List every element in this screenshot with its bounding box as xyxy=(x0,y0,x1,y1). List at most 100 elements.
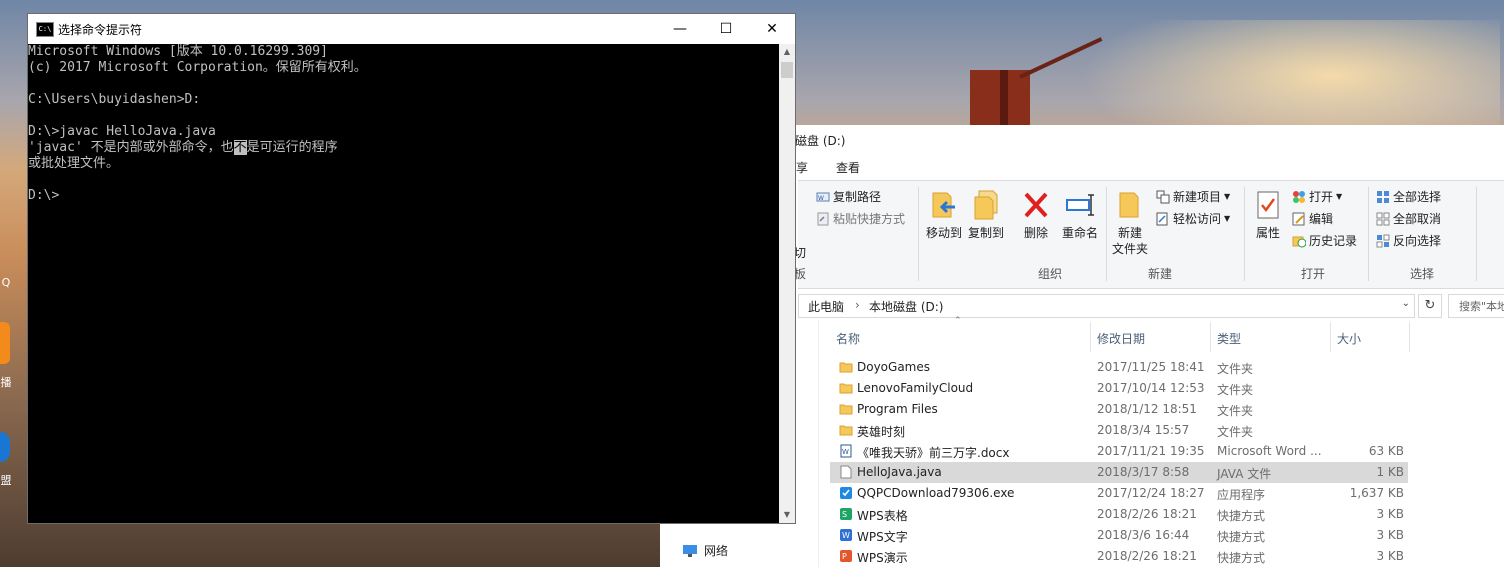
minimize-button[interactable]: — xyxy=(657,14,703,44)
select-none-button[interactable]: 全部取消 xyxy=(1376,210,1441,227)
rename-button[interactable]: 重命名 xyxy=(1060,189,1100,241)
breadcrumb-separator: › xyxy=(855,298,860,312)
move-to-button[interactable]: 移动到 xyxy=(924,189,964,241)
new-folder-label-1: 新建 xyxy=(1117,226,1142,240)
new-item-icon xyxy=(1156,190,1170,203)
delete-button[interactable]: 删除 xyxy=(1019,189,1053,241)
easy-access-button[interactable]: 轻松访问 ▼ xyxy=(1156,210,1230,227)
error-text: 'javac' 不是内部或外部命令，也 xyxy=(28,140,234,155)
file-date: 2018/3/17 8:58 xyxy=(1097,465,1190,479)
address-bar[interactable]: 此电脑 › 本地磁盘 (D:) ⌄ xyxy=(798,294,1415,318)
cmd-title-bar[interactable]: C:\ 选择命令提示符 — ☐ ✕ xyxy=(28,14,795,44)
new-item-label: 新建项目 xyxy=(1173,190,1222,204)
search-placeholder: 搜索"本地磁盘 (D:)" xyxy=(1459,300,1504,313)
paste-shortcut-icon xyxy=(817,212,829,225)
nav-item-network[interactable]: 网络 xyxy=(682,542,728,559)
file-date: 2018/3/6 16:44 xyxy=(1097,528,1190,542)
select-all-button[interactable]: 全部选择 xyxy=(1376,188,1441,205)
desktop-icon-label: 盟 xyxy=(0,474,12,487)
chevron-down-icon[interactable]: ⌄ xyxy=(1402,298,1410,309)
close-button[interactable]: ✕ xyxy=(749,14,795,44)
vertical-scrollbar[interactable]: ▲ ▼ xyxy=(779,44,795,523)
column-name[interactable]: 名称 xyxy=(836,330,860,347)
ribbon-separator xyxy=(918,187,919,281)
scroll-up-arrow-icon[interactable]: ▲ xyxy=(779,44,795,60)
breadcrumb-root[interactable]: 此电脑 xyxy=(808,298,844,315)
file-row[interactable]: W 《唯我天骄》前三万字.docx 2017/11/21 19:35 Microsof… xyxy=(830,441,1408,462)
file-row[interactable]: DoyoGames 2017/11/25 18:41 文件夹 xyxy=(830,357,1408,378)
select-none-icon xyxy=(1376,212,1390,225)
new-item-button[interactable]: 新建项目 ▼ xyxy=(1156,188,1230,205)
svg-text:P: P xyxy=(842,552,847,561)
edit-button[interactable]: 编辑 xyxy=(1292,210,1333,227)
scroll-down-arrow-icon[interactable]: ▼ xyxy=(779,507,795,523)
desktop-app-icon[interactable] xyxy=(0,322,10,364)
scroll-thumb[interactable] xyxy=(781,62,793,78)
file-type: Microsoft Word ... xyxy=(1217,444,1322,458)
file-size: 1 KB xyxy=(1376,465,1404,479)
maximize-button[interactable]: ☐ xyxy=(703,14,749,44)
new-group-label: 新建 xyxy=(1147,267,1172,281)
console-output[interactable]: Microsoft Windows [版本 10.0.16299.309] (c… xyxy=(28,44,779,523)
copy-to-label: 复制到 xyxy=(967,226,1004,240)
file-list-header: ⌃ 名称 修改日期 类型 大小 xyxy=(828,316,1410,352)
properties-icon xyxy=(1257,191,1279,219)
copy-to-icon xyxy=(974,190,998,220)
file-size: 1,637 KB xyxy=(1349,486,1404,500)
error-text: 是可运行的程序 xyxy=(246,140,338,155)
tab-view[interactable]: 查看 xyxy=(836,159,860,176)
file-name: HelloJava.java xyxy=(857,465,942,479)
breadcrumb-current[interactable]: 本地磁盘 (D:) xyxy=(869,298,943,315)
refresh-button[interactable]: ↻ xyxy=(1418,294,1442,318)
file-row[interactable]: P WPS演示 2018/2/26 18:21 快捷方式 3 KB xyxy=(830,546,1408,567)
file-row[interactable]: S WPS表格 2018/2/26 18:21 快捷方式 3 KB xyxy=(830,504,1408,525)
file-row[interactable]: LenovoFamilyCloud 2017/10/14 12:53 文件夹 xyxy=(830,378,1408,399)
file-row[interactable]: Program Files 2018/1/12 18:51 文件夹 xyxy=(830,399,1408,420)
file-size: 3 KB xyxy=(1376,528,1404,542)
console-line xyxy=(28,108,779,124)
ribbon-separator xyxy=(1476,187,1477,281)
search-input[interactable]: 搜索"本地磁盘 (D:)" xyxy=(1448,294,1504,318)
svg-text:W: W xyxy=(842,531,850,540)
file-date: 2018/2/26 18:21 xyxy=(1097,507,1197,521)
open-icon xyxy=(1293,190,1305,203)
open-button[interactable]: 打开 ▼ xyxy=(1292,188,1342,205)
file-date: 2017/12/24 18:27 xyxy=(1097,486,1205,500)
file-name: WPS文字 xyxy=(857,530,908,544)
tab-share[interactable]: 享 xyxy=(796,159,808,176)
open-label: 打开 xyxy=(1309,190,1334,204)
invert-selection-button[interactable]: 反向选择 xyxy=(1376,232,1441,249)
history-button[interactable]: 历史记录 xyxy=(1292,232,1357,249)
file-size: 3 KB xyxy=(1376,507,1404,521)
select-none-label: 全部取消 xyxy=(1393,212,1442,226)
copy-path-button[interactable]: W 复制路径 xyxy=(816,188,881,205)
copy-to-button[interactable]: 复制到 xyxy=(966,189,1006,241)
file-row[interactable]: 英雄时刻 2018/3/4 15:57 文件夹 xyxy=(830,420,1408,441)
file-row[interactable]: W WPS文字 2018/3/6 16:44 快捷方式 3 KB xyxy=(830,525,1408,546)
file-row[interactable]: QQPCDownload79306.exe 2017/12/24 18:27 应用程… xyxy=(830,483,1408,504)
word-document-icon: W xyxy=(839,444,853,458)
desktop-game-icon[interactable] xyxy=(0,432,10,462)
new-folder-button[interactable]: 新建 文件夹 xyxy=(1110,189,1150,257)
delete-label: 删除 xyxy=(1023,226,1048,240)
ribbon-separator xyxy=(1244,187,1245,281)
rename-label: 重命名 xyxy=(1061,226,1098,240)
column-separator[interactable] xyxy=(1090,322,1091,352)
easy-access-icon xyxy=(1156,212,1168,225)
file-date: 2018/3/4 15:57 xyxy=(1097,423,1190,437)
column-size[interactable]: 大小 xyxy=(1337,330,1361,347)
column-date[interactable]: 修改日期 xyxy=(1097,330,1145,347)
file-date: 2017/11/25 18:41 xyxy=(1097,360,1205,374)
cmd-app-icon[interactable]: C:\ xyxy=(36,22,54,37)
properties-button[interactable]: 属性 xyxy=(1248,189,1288,241)
easy-access-label: 轻松访问 xyxy=(1173,212,1222,226)
column-separator[interactable] xyxy=(1409,322,1410,352)
file-date: 2017/10/14 12:53 xyxy=(1097,381,1205,395)
column-type[interactable]: 类型 xyxy=(1217,330,1241,347)
invert-selection-label: 反向选择 xyxy=(1393,234,1442,248)
column-separator[interactable] xyxy=(1330,322,1331,352)
paste-shortcut-button[interactable]: 粘贴快捷方式 xyxy=(816,210,905,227)
column-separator[interactable] xyxy=(1210,322,1211,352)
file-name: WPS表格 xyxy=(857,509,908,523)
file-row[interactable]: HelloJava.java 2018/3/17 8:58 JAVA 文件 1 KB xyxy=(830,462,1408,483)
